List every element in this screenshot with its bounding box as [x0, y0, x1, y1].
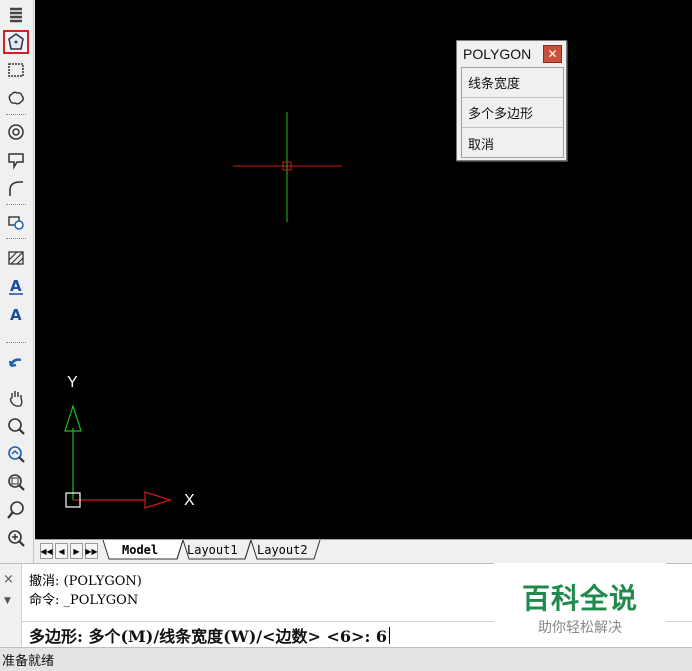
polygon-context-menu: POLYGON ✕ 线条宽度 多个多边形 取消 — [456, 40, 567, 161]
zoom-extents-button[interactable] — [3, 526, 29, 550]
status-text: 准备就绪 — [2, 654, 55, 669]
zoom-previous-button[interactable] — [3, 442, 29, 466]
tab-layout2[interactable]: Layout2 — [253, 540, 312, 560]
zoom-realtime-icon — [8, 418, 25, 435]
layout-tab-bar: ◀◀ ◀ ▶ ▶▶ Model Layout1 Layout2 — [35, 539, 692, 563]
menu-item-cancel[interactable]: 取消 — [462, 128, 563, 158]
text-caret — [389, 626, 391, 644]
watermark-title: 百科全说 — [521, 582, 638, 615]
watermark-subtitle: 助你轻松解决 — [538, 620, 622, 636]
toolbar-divider — [6, 238, 26, 239]
first-tab-button[interactable]: ◀◀ — [40, 543, 53, 559]
ucs-y-label: Y — [67, 374, 78, 391]
canvas-drawing — [64, 112, 342, 509]
pan-button[interactable] — [3, 386, 29, 410]
rectangle-button[interactable] — [3, 58, 29, 82]
block-insert-icon — [8, 216, 24, 230]
svg-text:A: A — [10, 277, 22, 295]
wipeout-button[interactable] — [3, 148, 29, 172]
menu-item-line-width[interactable]: 线条宽度 — [462, 68, 563, 98]
tab-model[interactable]: Model — [118, 540, 162, 560]
drawing-canvas[interactable]: Y X POLYGON ✕ 线条宽度 多个多边形 取消 — [35, 0, 692, 539]
zoom-realtime-button[interactable] — [3, 414, 29, 438]
context-menu-close-button[interactable]: ✕ — [543, 45, 562, 63]
revision-cloud-button[interactable] — [3, 86, 29, 110]
zoom-extents-icon — [8, 530, 25, 547]
block-insert-button[interactable] — [3, 210, 29, 234]
pan-icon — [9, 391, 23, 407]
ucs-icon — [64, 404, 172, 509]
zoom-dynamic-button[interactable] — [3, 498, 29, 522]
status-bar: 准备就绪 — [0, 647, 692, 671]
multiline-text-button[interactable]: A — [3, 274, 29, 298]
text-button[interactable]: A — [3, 302, 29, 326]
context-menu-items: 线条宽度 多个多边形 取消 — [461, 67, 564, 158]
donut-icon — [8, 124, 24, 140]
toolbar-divider — [6, 342, 26, 343]
last-tab-button[interactable]: ▶▶ — [85, 543, 98, 559]
command-history-line: 命令: _POLYGON — [29, 593, 139, 608]
hatch-icon — [8, 251, 24, 265]
zoom-dynamic-icon — [7, 501, 24, 519]
draw-toolbar: A A — [0, 0, 34, 563]
toolbar-divider — [6, 204, 26, 205]
text-icon: A — [10, 306, 22, 324]
svg-text:A: A — [10, 306, 22, 324]
rectangle-icon — [8, 63, 24, 77]
ucs-x-label: X — [184, 492, 195, 509]
coil-icon[interactable] — [3, 2, 29, 26]
watermark-logo: 百科全说 助你轻松解决 — [494, 563, 666, 647]
donut-button[interactable] — [3, 120, 29, 144]
command-input[interactable]: 多边形: 多个(M)/线条宽度(W)/<边数> <6>: 6 — [29, 623, 387, 647]
polygon-button[interactable] — [3, 30, 29, 54]
multiline-text-icon: A — [9, 277, 23, 295]
revision-cloud-icon — [8, 91, 24, 105]
command-window-grip: × ▼ — [0, 564, 22, 648]
menu-item-multiple-polygons[interactable]: 多个多边形 — [462, 98, 563, 128]
polyline-button[interactable] — [3, 176, 29, 200]
close-icon[interactable]: × — [3, 572, 14, 587]
zoom-window-button[interactable] — [3, 470, 29, 494]
toolbar-divider — [6, 114, 26, 115]
tab-layout1[interactable]: Layout1 — [183, 540, 242, 560]
prev-tab-button[interactable]: ◀ — [55, 543, 68, 559]
zoom-previous-icon — [8, 446, 25, 463]
hatch-button[interactable] — [3, 246, 29, 270]
crosshair-cursor — [233, 112, 342, 222]
zoom-window-icon — [8, 474, 25, 491]
next-tab-button[interactable]: ▶ — [70, 543, 83, 559]
chevron-down-icon[interactable]: ▼ — [4, 596, 11, 606]
polygon-icon — [8, 33, 24, 50]
undo-icon — [8, 358, 22, 368]
command-history-line: 撤消: (POLYGON) — [29, 574, 142, 589]
undo-button[interactable] — [3, 352, 29, 376]
polyline-icon — [9, 181, 23, 196]
wipeout-icon — [8, 153, 24, 170]
